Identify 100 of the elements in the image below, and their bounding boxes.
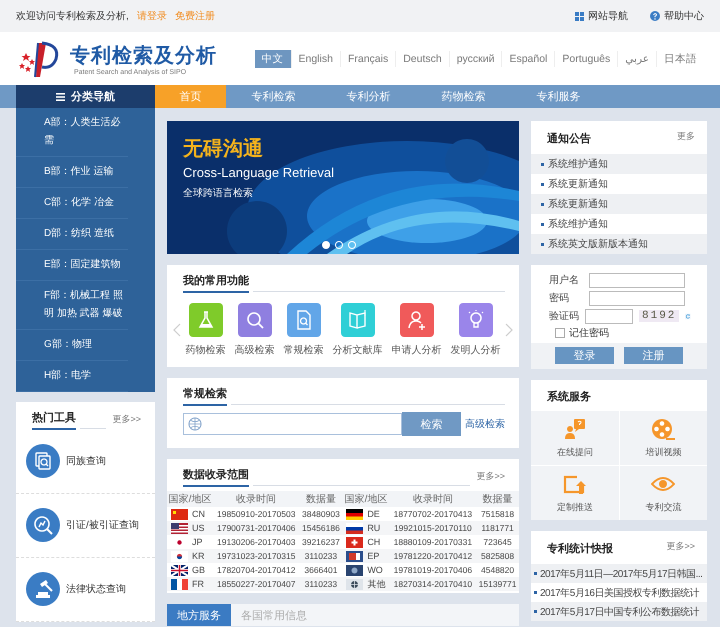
language-tab[interactable]: عربي (618, 50, 657, 66)
bullet (534, 572, 537, 575)
table-cell: 4548820 (476, 563, 519, 577)
language-tab[interactable]: Français (340, 50, 396, 66)
category-link[interactable]: G部：物理 (16, 330, 128, 361)
language-tab[interactable]: русский (450, 50, 502, 66)
category-nav-button[interactable]: 分类导航 (16, 85, 155, 108)
tool-icon[interactable] (26, 508, 60, 542)
country-code: FR (192, 578, 204, 590)
function-label[interactable]: 常规检索 (284, 343, 324, 357)
function-tile[interactable] (286, 303, 320, 337)
table-cell: 17900731-20170406 (212, 521, 300, 535)
top-link[interactable]: 帮助中心 (650, 9, 704, 23)
bullet (541, 182, 544, 186)
carousel-dot[interactable] (348, 241, 356, 249)
category-link[interactable]: H部：电学 (16, 361, 128, 392)
advanced-search-link[interactable]: 高级检索 (465, 417, 505, 431)
country-code: JP (192, 536, 203, 548)
film-reel-icon[interactable] (651, 418, 676, 440)
table-cell: 38480903 (300, 507, 342, 521)
service-link[interactable]: 专利交流 (645, 500, 682, 514)
news-link[interactable]: 2017年5月16日美国授权专利数据统计 (540, 586, 699, 600)
service-link[interactable]: 定制推送 (556, 500, 593, 514)
category-link[interactable]: A部：人类生活必需 (16, 108, 128, 157)
notice-link[interactable]: 系统维护通知 (548, 217, 608, 231)
chevron-right-icon[interactable] (505, 323, 513, 337)
function-label[interactable]: 发明人分析 (450, 343, 500, 357)
language-tab[interactable]: 日本語 (657, 50, 704, 68)
function-tile[interactable] (458, 303, 492, 337)
tool-link[interactable]: 引证/被引证查询 (66, 518, 139, 532)
flag-icon (346, 578, 364, 590)
category-link[interactable]: D部：纺织 造纸 (16, 219, 128, 250)
table-cell: 7515818 (476, 507, 519, 521)
tool-link[interactable]: 同族查询 (66, 454, 106, 468)
country-code: RU (367, 522, 380, 534)
language-tab[interactable]: Português (555, 50, 618, 66)
flag-icon (171, 508, 188, 520)
language-tab[interactable]: English (292, 50, 341, 66)
welcome-text: 欢迎访问专利检索及分析, (16, 10, 129, 23)
banner-title: 无碍沟通 (183, 137, 264, 162)
tool-icon[interactable] (26, 572, 60, 606)
column-header: 收录时间 (390, 491, 476, 507)
carousel-dot[interactable] (335, 241, 343, 249)
tool-icon[interactable] (26, 444, 60, 478)
table-cell: 18270314-20170410 (390, 577, 476, 591)
function-label[interactable]: 分析文献库 (332, 343, 382, 357)
table-cell: 3110233 (300, 549, 342, 563)
flag-icon (346, 564, 364, 576)
table-cell: 39216237 (300, 535, 342, 549)
table-cell: 1181771 (476, 521, 519, 535)
captcha-image: 8192 (639, 310, 680, 322)
table-cell: 3110233 (300, 577, 342, 591)
service-link[interactable]: 培训视频 (645, 446, 682, 458)
banner-subtitle: Cross-Language Retrieval (183, 165, 334, 180)
globe-icon (188, 417, 202, 431)
function-label[interactable]: 高级检索 (234, 343, 274, 357)
function-tile[interactable] (400, 303, 434, 337)
table-cell: 3666401 (300, 563, 342, 577)
function-tile[interactable] (238, 303, 272, 337)
table-cell: 19921015-20170110 (390, 521, 476, 535)
category-link[interactable]: C部：化学 冶金 (16, 188, 128, 219)
checkbox[interactable] (555, 328, 565, 338)
site-title: 专利检索及分析 (70, 44, 217, 68)
category-link[interactable]: F部：机械工程 照明 加热 武器 爆破 (16, 281, 128, 330)
category-link[interactable]: B部：作业 运输 (16, 157, 128, 188)
top-link[interactable]: 网站导航 (575, 9, 628, 23)
flag-icon (346, 508, 364, 520)
person-question-icon[interactable] (562, 418, 587, 440)
more-link[interactable]: 更多 (677, 130, 695, 147)
column-header: 国家/地区 (167, 491, 213, 507)
help-icon (650, 11, 660, 21)
country-code: EP (367, 550, 380, 562)
function-label[interactable]: 药物检索 (186, 343, 226, 357)
language-tab[interactable]: Español (502, 50, 556, 66)
table-cell: 19850910-20170503 (212, 507, 300, 521)
function-tile[interactable] (188, 303, 222, 337)
section-title: 我的常用功能 (183, 273, 249, 293)
table-cell: 19130206-20170403 (212, 535, 300, 549)
input-field[interactable] (589, 290, 685, 306)
tool-link[interactable]: 法律状态查询 (66, 582, 126, 596)
input-field[interactable] (589, 272, 685, 288)
more-link[interactable]: 更多>> (666, 540, 695, 557)
notice-link[interactable]: 系统更新通知 (548, 177, 608, 191)
chevron-left-icon[interactable] (173, 323, 181, 337)
category-link[interactable]: E部：固定建筑物 (16, 250, 128, 281)
table-cell: 18550227-20170407 (212, 577, 300, 591)
function-label[interactable]: 申请人分析 (392, 343, 442, 357)
function-tile[interactable] (340, 303, 374, 337)
table-cell: 15139771 (476, 577, 519, 591)
table-cell: 19781019-20170406 (390, 563, 476, 577)
more-link[interactable]: 更多>> (476, 470, 505, 487)
language-tab[interactable]: Deutsch (396, 50, 450, 66)
more-link[interactable]: 更多>> (112, 413, 141, 430)
field-label: 密码 (549, 292, 570, 305)
tab[interactable]: 地方服务 (167, 604, 231, 626)
input-field[interactable] (585, 308, 633, 324)
search-field[interactable] (183, 413, 402, 435)
bullet (541, 222, 544, 226)
menu-icon (56, 92, 65, 100)
service-link[interactable]: 在线提问 (556, 446, 593, 458)
